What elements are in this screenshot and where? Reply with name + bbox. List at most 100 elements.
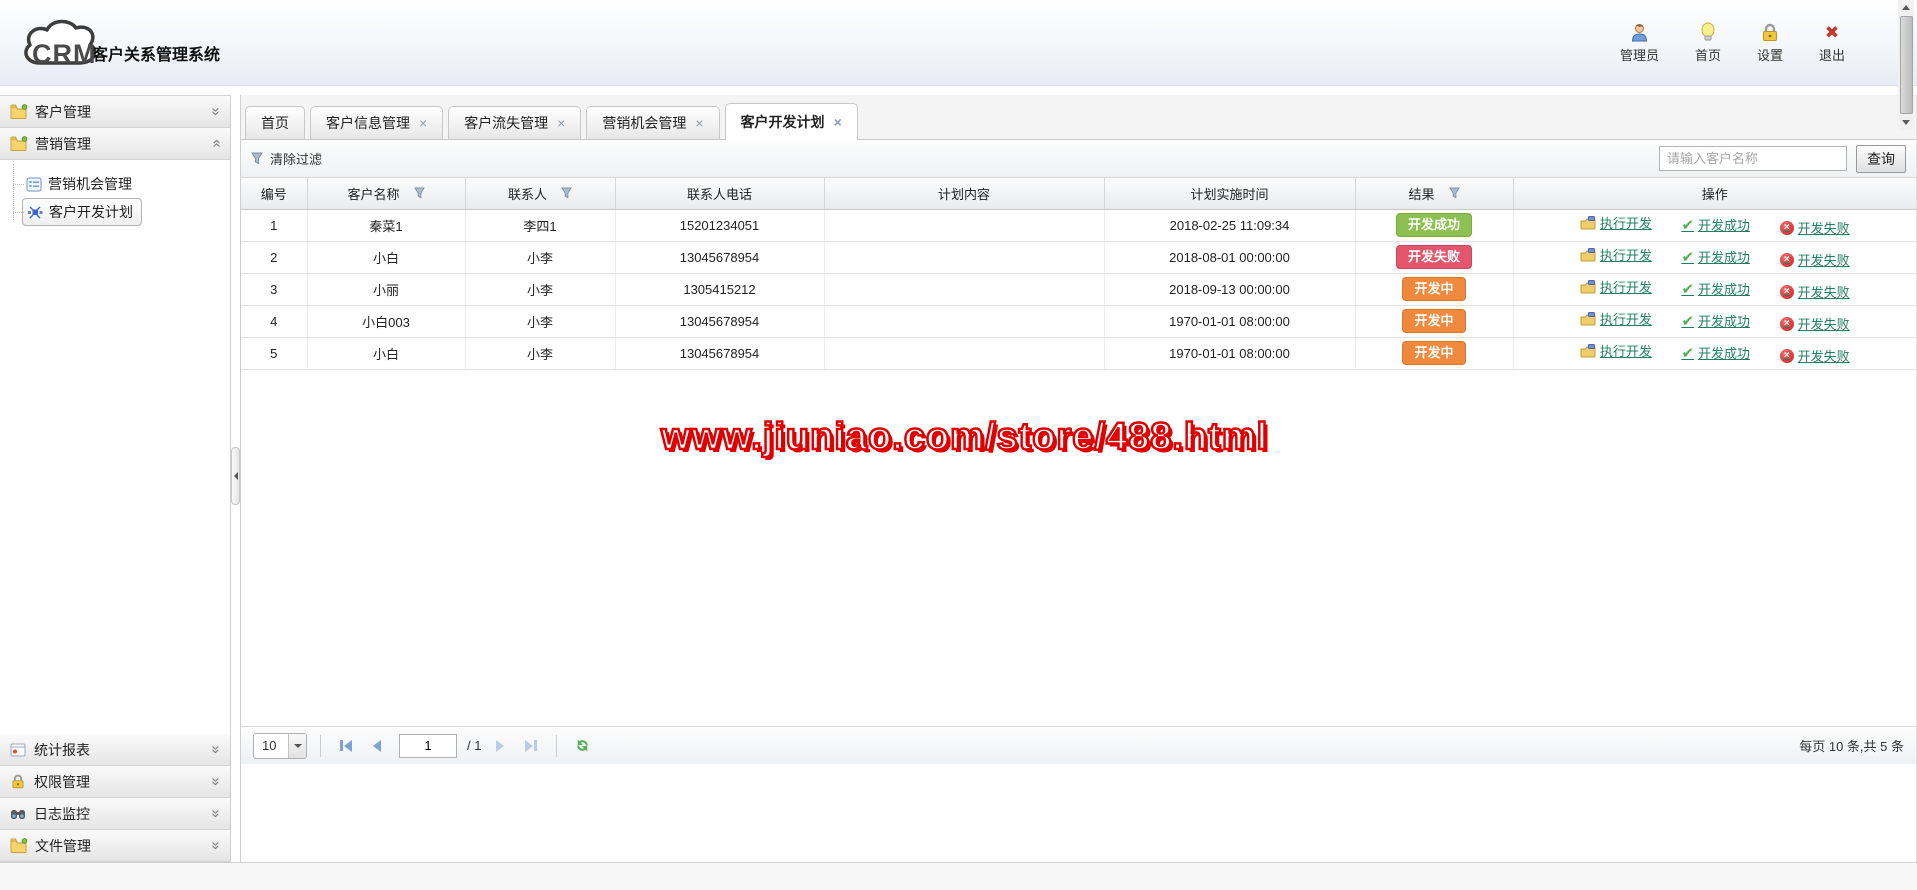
refresh-button[interactable] xyxy=(570,734,594,758)
page-size-select[interactable]: 10 xyxy=(253,732,307,759)
header-action-logout[interactable]: ✖ 退出 xyxy=(1819,22,1845,64)
result-badge: 开发中 xyxy=(1402,340,1466,366)
list-icon xyxy=(26,177,42,191)
cell-phone: 15201234051 xyxy=(615,209,825,242)
user-icon xyxy=(1630,22,1649,42)
develop-success-link[interactable]: ✔ 开发成功 xyxy=(1681,247,1750,266)
scrollbar-thumb[interactable] xyxy=(1899,16,1913,114)
develop-fail-link[interactable]: × 开发失败 xyxy=(1779,218,1850,237)
develop-success-link[interactable]: ✔ 开发成功 xyxy=(1681,343,1750,362)
tab-customer-develop-plan[interactable]: 客户开发计划 × xyxy=(724,103,858,140)
column-header-actions[interactable]: 操作 xyxy=(1513,178,1916,210)
cell-id: 1 xyxy=(241,209,308,242)
page-number-input[interactable] xyxy=(399,733,457,758)
prev-page-button[interactable] xyxy=(365,734,389,758)
vertical-scrollbar[interactable] xyxy=(1898,0,1914,130)
tab-close-icon[interactable]: × xyxy=(695,116,703,130)
cell-id: 2 xyxy=(241,241,308,274)
binoculars-icon xyxy=(11,809,25,819)
sidebar-item-marketing-opportunity[interactable]: 营销机会管理 xyxy=(0,170,230,198)
column-header-contact[interactable]: 联系人 xyxy=(465,178,616,210)
first-page-button[interactable] xyxy=(334,734,358,758)
sidebar-group-label: 文件管理 xyxy=(35,837,91,854)
execute-develop-link[interactable]: 执行开发 xyxy=(1580,245,1652,264)
watermark-text: www.jiuniao.com/store/488.html xyxy=(660,414,1269,459)
sidebar-group-label: 权限管理 xyxy=(34,773,90,790)
develop-fail-link[interactable]: × 开发失败 xyxy=(1779,250,1850,269)
table-header-row: 编号 客户名称 联系人 联系人电话 计划内容 计划实施时间 结果 操作 xyxy=(241,178,1916,210)
develop-success-label: 开发成功 xyxy=(1698,314,1751,329)
column-header-phone[interactable]: 联系人电话 xyxy=(615,178,825,210)
sidebar-group-customer-mgmt[interactable]: 客户管理 » xyxy=(0,96,230,128)
column-header-id[interactable]: 编号 xyxy=(241,178,308,210)
execute-develop-icon xyxy=(1580,311,1596,325)
scroll-down-icon[interactable] xyxy=(1898,115,1914,130)
sidebar-item-customer-develop-plan[interactable]: 客户开发计划 xyxy=(0,198,230,226)
logo-crm-text: CRM xyxy=(32,38,97,69)
tab-home[interactable]: 首页 xyxy=(245,106,305,139)
execute-develop-link[interactable]: 执行开发 xyxy=(1580,213,1652,232)
next-page-button[interactable] xyxy=(488,734,512,758)
result-badge: 开发成功 xyxy=(1395,212,1472,238)
column-header-time[interactable]: 计划实施时间 xyxy=(1104,178,1356,210)
tab-close-icon[interactable]: × xyxy=(834,115,842,129)
folder-icon xyxy=(10,104,27,119)
chevron-double-down-icon: » xyxy=(207,841,225,850)
tab-marketing-opportunity[interactable]: 营销机会管理 × xyxy=(586,106,720,139)
sidebar-item-label: 客户开发计划 xyxy=(49,204,133,220)
chevron-down-icon xyxy=(288,733,306,758)
header-action-admin[interactable]: 管理员 xyxy=(1620,22,1659,64)
header-action-label: 管理员 xyxy=(1619,47,1659,63)
execute-develop-icon xyxy=(1580,279,1596,293)
sidebar-tree: 营销机会管理 客户开发计划 xyxy=(0,160,230,734)
sidebar-group-statistics[interactable]: 统计报表 » xyxy=(0,734,230,766)
sidebar-group-label: 日志监控 xyxy=(34,805,90,822)
sidebar-group-log-monitor[interactable]: 日志监控 » xyxy=(0,798,230,830)
clear-filter-button[interactable]: 清除过滤 xyxy=(251,149,322,168)
filter-funnel-icon[interactable] xyxy=(413,187,425,199)
header-action-home[interactable]: 首页 xyxy=(1695,22,1721,64)
column-header-result[interactable]: 结果 xyxy=(1355,178,1514,210)
cell-contact: 小李 xyxy=(465,241,616,274)
chevron-double-down-icon: » xyxy=(207,745,225,754)
sidebar-item-label: 营销机会管理 xyxy=(48,176,132,192)
column-header-plan[interactable]: 计划内容 xyxy=(824,178,1105,210)
search-input[interactable] xyxy=(1659,146,1847,171)
filter-funnel-icon[interactable] xyxy=(1448,187,1460,199)
develop-success-link[interactable]: ✔ 开发成功 xyxy=(1681,279,1750,298)
sidebar-group-label: 统计报表 xyxy=(34,741,90,758)
sidebar-collapse-handle[interactable] xyxy=(231,447,240,505)
develop-success-link[interactable]: ✔ 开发成功 xyxy=(1681,215,1750,234)
table-row: 5 小白 小李 13045678954 1970-01-01 08:00:00 … xyxy=(241,337,1916,370)
sidebar-group-file-mgmt[interactable]: 文件管理 » xyxy=(0,830,230,862)
execute-develop-link[interactable]: 执行开发 xyxy=(1580,309,1652,328)
develop-success-link[interactable]: ✔ 开发成功 xyxy=(1681,311,1750,330)
cell-contact: 小李 xyxy=(465,273,616,306)
execute-develop-link[interactable]: 执行开发 xyxy=(1580,277,1652,296)
execute-develop-link[interactable]: 执行开发 xyxy=(1580,341,1652,360)
develop-fail-link[interactable]: × 开发失败 xyxy=(1779,282,1850,301)
scroll-up-icon[interactable] xyxy=(1898,0,1914,15)
chevron-double-down-icon: » xyxy=(207,107,225,116)
table-row: 3 小丽 小李 1305415212 2018-09-13 00:00:00 开… xyxy=(241,273,1916,306)
develop-success-icon: ✔ xyxy=(1681,248,1695,266)
search-button[interactable]: 查询 xyxy=(1856,144,1906,173)
sidebar-group-label: 客户管理 xyxy=(35,103,91,120)
cell-customer: 秦菜1 xyxy=(307,209,466,242)
develop-fail-link[interactable]: × 开发失败 xyxy=(1779,346,1850,365)
sidebar-group-marketing-mgmt[interactable]: 营销管理 » xyxy=(0,128,230,160)
chevron-double-down-icon: » xyxy=(207,777,225,786)
sidebar-splitter[interactable] xyxy=(231,95,240,862)
cell-plan xyxy=(824,209,1105,242)
last-page-button[interactable] xyxy=(519,734,543,758)
tab-customer-info[interactable]: 客户信息管理 × xyxy=(310,106,444,139)
tab-customer-loss[interactable]: 客户流失管理 × xyxy=(448,106,582,139)
tab-close-icon[interactable]: × xyxy=(557,116,565,130)
tab-close-icon[interactable]: × xyxy=(419,116,427,130)
header-action-settings[interactable]: 设置 xyxy=(1757,22,1783,64)
column-header-customer[interactable]: 客户名称 xyxy=(307,178,466,210)
develop-fail-link[interactable]: × 开发失败 xyxy=(1779,314,1850,333)
sidebar-group-permission[interactable]: 权限管理 » xyxy=(0,766,230,798)
develop-success-label: 开发成功 xyxy=(1698,282,1751,297)
filter-funnel-icon[interactable] xyxy=(561,187,572,199)
